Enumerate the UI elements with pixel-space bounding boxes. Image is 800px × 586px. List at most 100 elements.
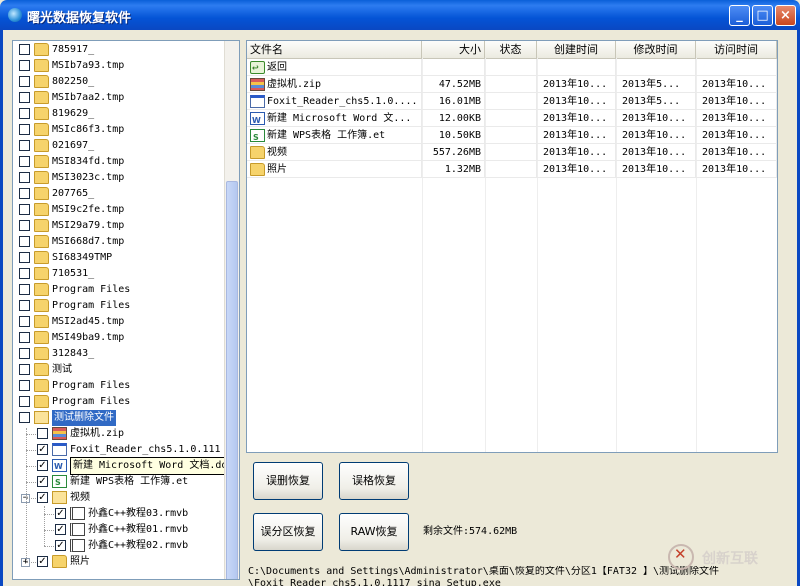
tree-item-checkbox[interactable] xyxy=(19,172,30,183)
tree-item-checkbox[interactable]: ✓ xyxy=(37,444,48,455)
file-list[interactable]: 文件名大小状态创建时间修改时间访问时间 返回虚拟机.zip47.52MB 2013… xyxy=(246,40,778,453)
tree-item[interactable]: Program Files xyxy=(13,394,225,410)
tree-item-checkbox[interactable] xyxy=(19,108,30,119)
tree-item-checkbox[interactable] xyxy=(19,188,30,199)
tree-item[interactable]: MSI49ba9.tmp xyxy=(13,330,225,346)
tree-item-checkbox[interactable] xyxy=(19,220,30,231)
tree-item[interactable]: 测试 xyxy=(13,362,225,378)
table-row[interactable]: 新建 WPS表格 工作簿.et 10.50KB 2013年10... 2013年10.… xyxy=(247,127,777,146)
list-header: 文件名 大小 状态 创建时间 修改时间 访问时间 xyxy=(247,41,777,59)
tree-item-checkbox[interactable] xyxy=(19,92,30,103)
mistaken-delete-recover-button[interactable]: 误删恢复 xyxy=(253,462,323,500)
tree-item[interactable]: 785917_ xyxy=(13,42,225,58)
tree-item-checkbox[interactable] xyxy=(19,140,30,151)
tree-item-checkbox[interactable] xyxy=(19,316,30,327)
tree-item-checkbox[interactable] xyxy=(19,300,30,311)
tree-item-checkbox[interactable]: ✓ xyxy=(37,492,48,503)
close-button[interactable]: × xyxy=(775,5,796,26)
table-row[interactable]: 虚拟机.zip 47.52MB 2013年10... 2013年5... 2013年10… xyxy=(247,76,777,93)
tree-item-checkbox[interactable]: ✓ xyxy=(37,476,48,487)
tree-item-checkbox[interactable]: ✓ xyxy=(37,556,48,567)
column-header[interactable]: 创建时间 xyxy=(537,41,616,58)
title-bar[interactable]: 曙光数据恢复软件 _ □ × xyxy=(0,0,800,30)
tree-item[interactable]: 802250_ xyxy=(13,74,225,90)
tree-item[interactable]: Program Files xyxy=(13,282,225,298)
raw-recover-button[interactable]: RAW恢复 xyxy=(339,513,409,551)
table-cell-created xyxy=(537,59,616,76)
tree-item-checkbox[interactable] xyxy=(19,412,30,423)
tree-item-checkbox[interactable] xyxy=(19,348,30,359)
folder-icon xyxy=(34,363,49,376)
tree-item[interactable]: 819629_ xyxy=(13,106,225,122)
tree-item-checkbox[interactable] xyxy=(19,332,30,343)
tree-item[interactable]: + ✓ 照片 xyxy=(13,554,225,570)
tree-item-checkbox[interactable]: ✓ xyxy=(55,540,66,551)
tree-item[interactable]: 207765_ xyxy=(13,186,225,202)
tree-item-checkbox[interactable] xyxy=(19,380,30,391)
table-cell-accessed xyxy=(696,59,777,76)
tree-item-checkbox[interactable] xyxy=(19,76,30,87)
tree-item-checkbox[interactable] xyxy=(19,44,30,55)
tree-item[interactable]: MSI2ad45.tmp xyxy=(13,314,225,330)
tree-item[interactable]: SI68349TMP xyxy=(13,250,225,266)
tree-item[interactable]: Program Files xyxy=(13,298,225,314)
tree-item-checkbox[interactable] xyxy=(19,268,30,279)
folder-icon xyxy=(34,235,49,248)
tree-item-checkbox[interactable] xyxy=(19,236,30,247)
folder-icon xyxy=(34,283,49,296)
tree-item-checkbox[interactable] xyxy=(19,204,30,215)
tree-item[interactable]: 虚拟机.zip xyxy=(13,426,225,442)
tree-item[interactable]: MSI3023c.tmp xyxy=(13,170,225,186)
tree-item-checkbox[interactable]: ✓ xyxy=(37,460,48,471)
tree-item[interactable]: 710531_ xyxy=(13,266,225,282)
tree-item[interactable]: ✓ 新建 WPS表格 工作簿.et xyxy=(13,474,225,491)
tree-item[interactable]: MSI29a79.tmp xyxy=(13,218,225,234)
tree-item[interactable]: MSI668d7.tmp xyxy=(13,234,225,250)
maximize-button[interactable]: □ xyxy=(752,5,773,26)
table-row[interactable]: Foxit_Reader_chs5.1.0.... 16.01MB 2013年10.… xyxy=(247,93,777,110)
tree-item-checkbox[interactable] xyxy=(19,364,30,375)
tree-item-checkbox[interactable] xyxy=(19,60,30,71)
tree-item[interactable]: MSIb7aa2.tmp xyxy=(13,90,225,106)
tree-item-checkbox[interactable] xyxy=(37,428,48,439)
tree-scrollbar[interactable] xyxy=(224,41,239,579)
folder-tree[interactable]: 785917_ MSIb7a93.tmp 802250_ MSIb7aa2.tmp 81… xyxy=(12,40,240,580)
table-cell-status xyxy=(485,161,537,178)
tree-item[interactable]: 312843_ xyxy=(13,346,225,362)
tree-item[interactable]: Program Files xyxy=(13,378,225,394)
tree-item-checkbox[interactable] xyxy=(19,156,30,167)
tree-item[interactable]: MSIb7a93.tmp xyxy=(13,58,225,74)
tree-item-checkbox[interactable]: ✓ xyxy=(55,508,66,519)
column-header[interactable]: 访问时间 xyxy=(696,41,777,58)
mistaken-partition-recover-button[interactable]: 误分区恢复 xyxy=(253,513,323,551)
minimize-button[interactable]: _ xyxy=(729,5,750,26)
column-header[interactable]: 大小 xyxy=(422,41,485,58)
tree-scrollbar-thumb[interactable] xyxy=(226,181,238,579)
tree-item[interactable]: − ✓ 视频 xyxy=(13,490,225,506)
tree-item-checkbox[interactable] xyxy=(19,124,30,135)
tree-item[interactable]: MSI834fd.tmp xyxy=(13,154,225,170)
tree-item-label: 021697_ xyxy=(52,140,95,151)
tree-item[interactable]: MSI9c2fe.tmp xyxy=(13,202,225,218)
table-row[interactable]: 照片 1.32MB 2013年10... 2013年10... 2013年10... xyxy=(247,161,777,178)
column-header[interactable]: 修改时间 xyxy=(616,41,696,58)
table-cell-size: 10.50KB xyxy=(422,127,485,144)
tree-item-checkbox[interactable]: ✓ xyxy=(55,524,66,535)
column-header[interactable]: 状态 xyxy=(485,41,537,58)
table-row[interactable]: 新建 Microsoft Word 文... 12.00KB 2013年10... 2… xyxy=(247,110,777,129)
tree-item-checkbox[interactable] xyxy=(19,284,30,295)
table-row[interactable]: 视频 557.26MB 2013年10... 2013年10... 2013年10... xyxy=(247,144,777,161)
folder-icon xyxy=(34,347,49,360)
tree-item-checkbox[interactable] xyxy=(19,252,30,263)
tree-item-label: MSIb7aa2.tmp xyxy=(52,92,125,103)
table-row[interactable]: 返回 xyxy=(247,59,777,76)
column-header[interactable]: 文件名 xyxy=(247,41,422,58)
tree-item-checkbox[interactable] xyxy=(19,396,30,407)
tree-item[interactable]: 测试删除文件 xyxy=(13,410,225,426)
mistaken-format-recover-button[interactable]: 误格恢复 xyxy=(339,462,409,500)
tree-item[interactable]: ✓ 新建 Microsoft Word 文档.doc xyxy=(13,457,237,475)
tree-item[interactable]: MSIc86f3.tmp xyxy=(13,122,225,138)
tree-item[interactable]: 021697_ xyxy=(13,138,225,154)
tree-item-label: 新建 WPS表格 工作簿.et xyxy=(70,476,189,487)
tree-item[interactable]: ✓ Foxit_Reader_chs5.1.0.111 xyxy=(13,442,225,458)
